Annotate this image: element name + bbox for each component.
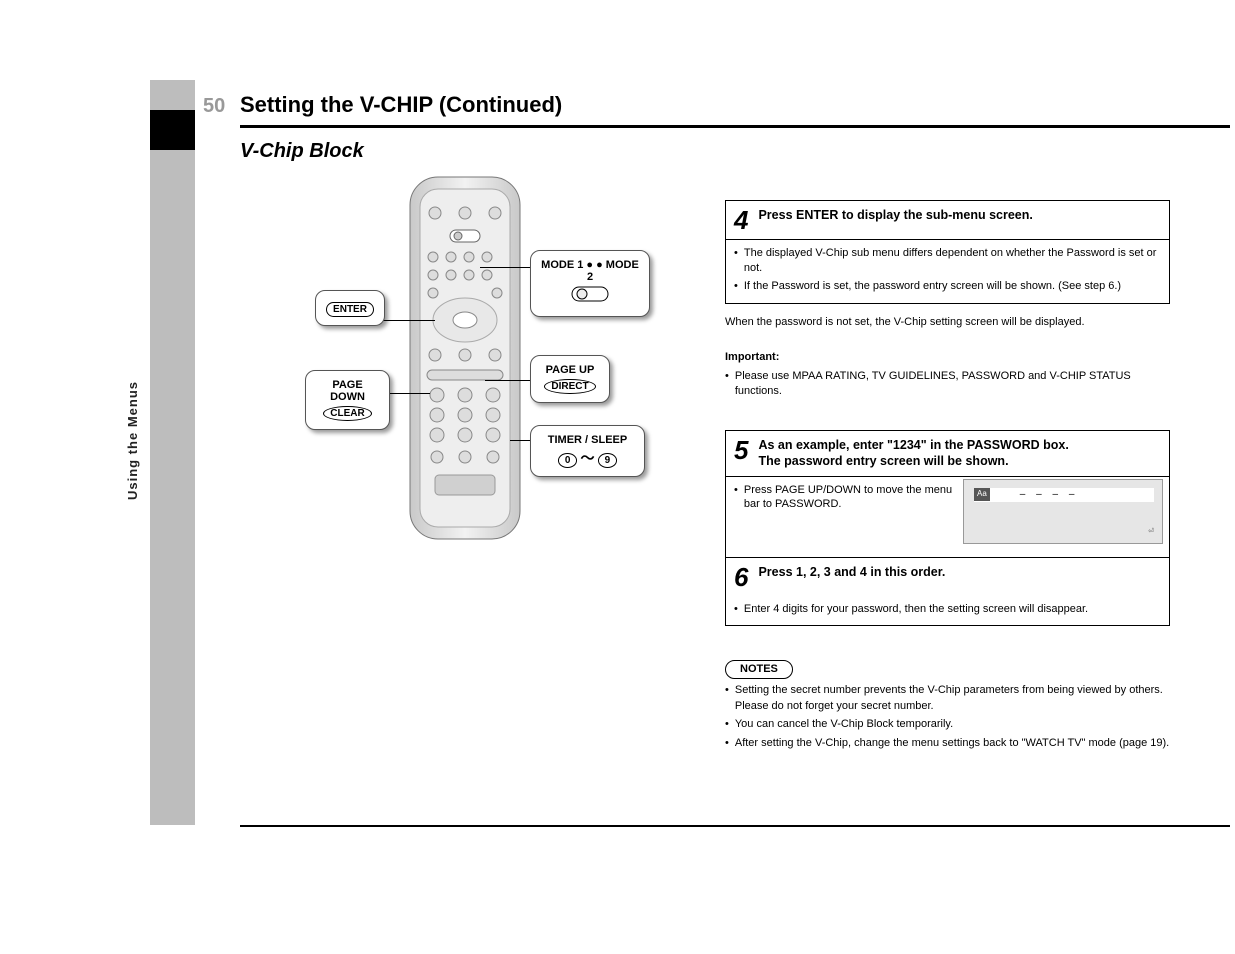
- divider-bottom: [240, 825, 1230, 827]
- notes-block: NOTES Setting the secret number prevents…: [725, 660, 1170, 754]
- page-up-label: PAGE UP: [541, 364, 599, 376]
- step-5-number: 5: [734, 437, 748, 463]
- direct-button-icon: DIRECT: [544, 379, 595, 394]
- num-nine-icon: 9: [598, 453, 618, 468]
- step-4-box: 4 Press ENTER to display the sub-menu sc…: [725, 200, 1170, 304]
- note-3: After setting the V-Chip, change the men…: [725, 736, 1170, 751]
- callout-mode-switch: MODE 1 ● ● MODE 2: [530, 250, 650, 317]
- step-5-bullet: Press PAGE UP/DOWN to move the menu bar …: [734, 483, 954, 513]
- side-tab-marker: [150, 110, 195, 150]
- intertext-no-password: When the password is not set, the V-Chip…: [725, 315, 1170, 330]
- callout-page-down: PAGE DOWN CLEAR: [305, 370, 390, 430]
- step-6-bullet: Enter 4 digits for your password, then t…: [734, 602, 1161, 617]
- leader-line: [480, 267, 535, 268]
- timer-sleep-label: TIMER / SLEEP: [541, 434, 634, 446]
- page-title: Setting the V-CHIP (Continued): [240, 92, 562, 118]
- callout-timer-sleep: TIMER / SLEEP 0 ～ 9: [530, 425, 645, 477]
- password-dashes: – – – –: [1020, 488, 1079, 502]
- step-4-bullet-2: If the Password is set, the password ent…: [734, 279, 1161, 294]
- manual-page: Using the Menus 50 Setting the V-CHIP (C…: [75, 0, 1175, 900]
- num-zero-icon: 0: [558, 453, 578, 468]
- step-6-number: 6: [734, 564, 748, 590]
- step-5-box: 5 As an example, enter "1234" in the PAS…: [725, 430, 1170, 626]
- step-6-title: Press 1, 2, 3 and 4 in this order.: [758, 564, 945, 580]
- side-tab-label: Using the Menus: [125, 381, 140, 500]
- password-hint-icon: ⏎: [1148, 527, 1154, 536]
- step-4-number: 4: [734, 207, 748, 233]
- callout-page-up: PAGE UP DIRECT: [530, 355, 610, 403]
- password-input-bar: Aa – – – –: [974, 488, 1154, 502]
- number-range: 0 ～ 9: [541, 448, 634, 468]
- remote-icon: [405, 175, 525, 545]
- remote-diagram: MODE 1 ● ● MODE 2 ENTER PAGE UP DIRECT P…: [305, 175, 695, 575]
- side-tab-bg: [150, 80, 195, 825]
- step-4-bullet-1: The displayed V-Chip sub menu differs de…: [734, 246, 1161, 276]
- mode-switch-label: MODE 1 ● ● MODE 2: [541, 259, 639, 283]
- switch-icon: [570, 283, 610, 305]
- page-number: 50: [203, 95, 225, 118]
- step-4-title: Press ENTER to display the sub-menu scre…: [758, 207, 1032, 223]
- leader-line: [485, 380, 535, 381]
- note-2: You can cancel the V-Chip Block temporar…: [725, 717, 1170, 732]
- page-down-label: PAGE DOWN: [316, 379, 379, 403]
- password-screen: Aa – – – – ⏎: [963, 479, 1163, 544]
- section-subtitle: V-Chip Block: [240, 140, 364, 163]
- enter-button-icon: ENTER: [326, 302, 374, 317]
- important-label: Important:: [725, 351, 779, 363]
- callout-enter: ENTER: [315, 290, 385, 326]
- divider-top: [240, 125, 1230, 128]
- important-bullet-1: Please use MPAA RATING, TV GUIDELINES, P…: [725, 369, 1170, 399]
- note-1: Setting the secret number prevents the V…: [725, 683, 1170, 714]
- important-block: Important: Please use MPAA RATING, TV GU…: [725, 350, 1170, 402]
- password-field-icon: Aa: [974, 488, 990, 501]
- step-5-title: As an example, enter "1234" in the PASSW…: [758, 437, 1068, 470]
- tilde: ～: [581, 450, 595, 466]
- notes-caption: NOTES: [725, 660, 793, 679]
- clear-button-icon: CLEAR: [323, 406, 371, 421]
